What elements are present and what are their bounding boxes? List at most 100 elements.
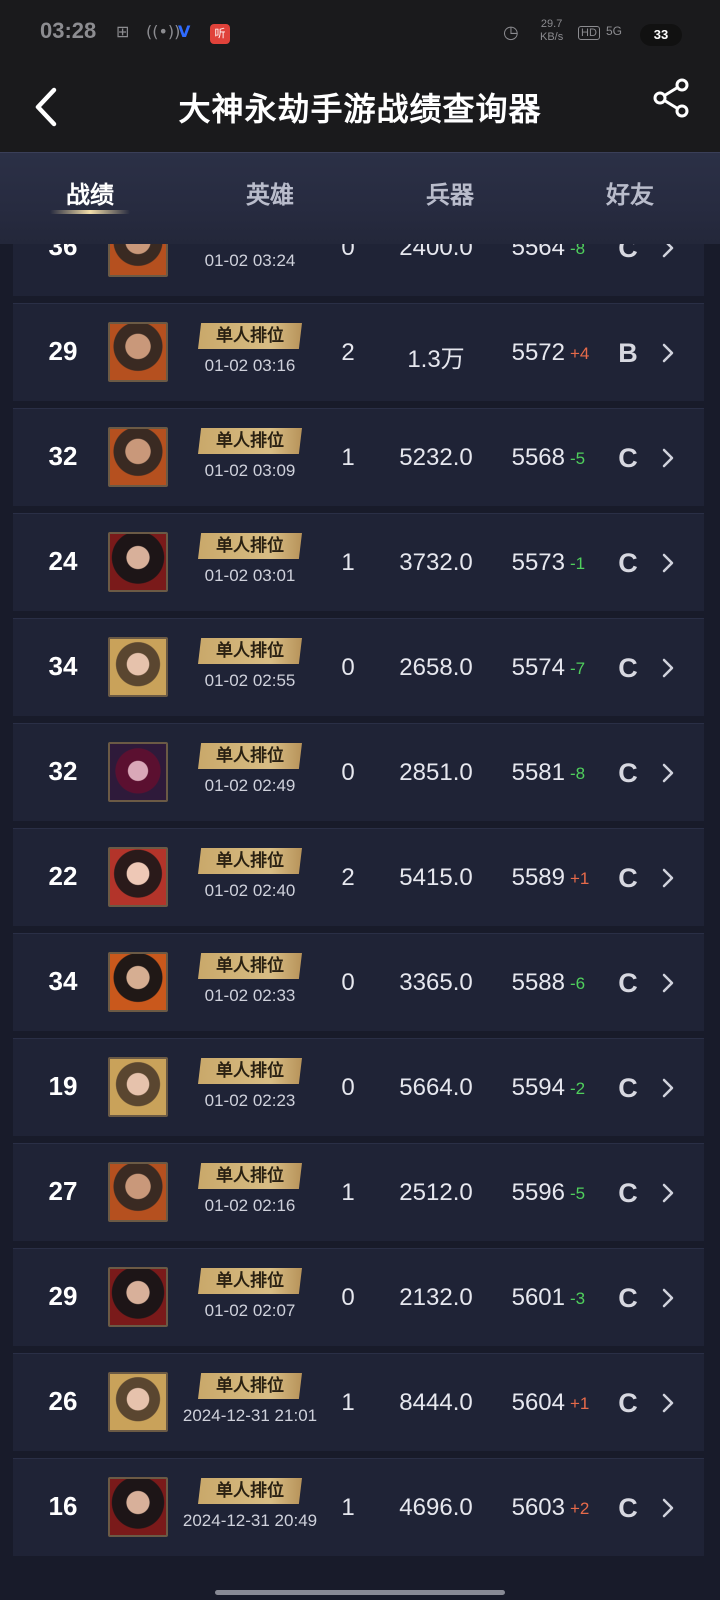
- tab-weapons[interactable]: 兵器: [390, 175, 510, 210]
- hero-avatar: [108, 637, 168, 697]
- match-score-delta: -7: [570, 659, 586, 678]
- match-time: 2024-12-31 20:49: [182, 1511, 318, 1530]
- hero-avatar: [108, 427, 168, 487]
- match-mode-tag: 单人排位: [198, 428, 302, 454]
- match-kills: 32: [48, 756, 78, 786]
- battery-indicator: 33: [640, 24, 682, 46]
- match-time: 01-02 02:40: [204, 881, 296, 900]
- match-damage: 5664.0: [399, 1074, 473, 1101]
- match-kills: 32: [48, 441, 78, 471]
- match-row[interactable]: 29 单人排位 01-02 03:16 2 1.3万 5572 +4 B: [13, 303, 704, 401]
- match-grade: C: [618, 1388, 638, 1418]
- chevron-right-icon[interactable]: [658, 550, 678, 576]
- match-score-delta: +1: [570, 1394, 590, 1413]
- match-list[interactable]: 36单人排位01-02 03:2402400.05564-8C29单人排位01-…: [0, 244, 720, 1600]
- match-damage: 3365.0: [399, 969, 473, 996]
- match-damage: 4696.0: [399, 1494, 473, 1521]
- match-mode-tag: 单人排位: [198, 323, 302, 349]
- chevron-right-icon[interactable]: [658, 865, 678, 891]
- match-score-delta: -5: [570, 449, 586, 468]
- match-rank-score: 5596: [511, 1179, 565, 1206]
- share-button[interactable]: [650, 76, 694, 120]
- network-speed-value: 29.7: [540, 18, 563, 30]
- match-time: 2024-12-31 21:01: [182, 1406, 318, 1425]
- match-damage: 2851.0: [399, 759, 473, 786]
- chevron-right-icon[interactable]: [658, 655, 678, 681]
- match-row[interactable]: 26 单人排位 2024-12-31 21:01 1 8444.0 5604 +1 C: [13, 1353, 704, 1451]
- match-grade: C: [618, 863, 638, 893]
- match-row[interactable]: 32 单人排位 01-02 03:09 1 5232.0 5568 -5 C: [13, 408, 704, 506]
- hd-voice-icon: ⊞: [116, 22, 130, 41]
- match-grade: C: [618, 1493, 638, 1523]
- match-kills: 29: [48, 1281, 78, 1311]
- match-time: 01-02 02:55: [204, 671, 296, 690]
- match-time: 01-02 02:16: [204, 1196, 296, 1215]
- match-damage: 5232.0: [399, 444, 473, 471]
- match-deaths: 1: [341, 1389, 355, 1416]
- match-row[interactable]: 34 单人排位 01-02 02:55 0 2658.0 5574 -7 C: [13, 618, 704, 716]
- chevron-right-icon[interactable]: [658, 1495, 678, 1521]
- match-row[interactable]: 22 单人排位 01-02 02:40 2 5415.0 5589 +1 C: [13, 828, 704, 926]
- chevron-right-icon[interactable]: [658, 445, 678, 471]
- match-kills: 34: [48, 651, 78, 681]
- match-row[interactable]: 36单人排位01-02 03:2402400.05564-8C: [13, 244, 704, 296]
- match-time: 01-02 02:07: [204, 1301, 296, 1320]
- chevron-right-icon[interactable]: [658, 1390, 678, 1416]
- match-time: 01-02 02:49: [204, 776, 296, 795]
- chevron-right-icon[interactable]: [658, 1075, 678, 1101]
- match-score-delta: -8: [570, 764, 586, 783]
- status-bar: 03:28 ⊞ ((•)) V 听 ◷ 29.7 KB/s HD 5G 33: [0, 0, 720, 64]
- match-deaths: 0: [341, 244, 355, 261]
- match-grade: C: [618, 758, 638, 788]
- chevron-right-icon[interactable]: [658, 340, 678, 366]
- match-row[interactable]: 16 单人排位 2024-12-31 20:49 1 4696.0 5603 +2 C: [13, 1458, 704, 1556]
- match-mode-tag: 单人排位: [198, 1478, 302, 1504]
- match-damage: 8444.0: [399, 1389, 473, 1416]
- match-rank-score: 5589: [511, 864, 565, 891]
- match-row[interactable]: 19 单人排位 01-02 02:23 0 5664.0 5594 -2 C: [13, 1038, 704, 1136]
- match-time: 01-02 03:24: [204, 251, 296, 270]
- hero-avatar: [108, 532, 168, 592]
- match-time: 01-02 03:01: [204, 566, 296, 585]
- match-damage: 2400.0: [399, 244, 473, 261]
- match-row[interactable]: 29 单人排位 01-02 02:07 0 2132.0 5601 -3 C: [13, 1248, 704, 1346]
- match-time: 01-02 02:23: [204, 1091, 296, 1110]
- match-deaths: 0: [341, 1284, 355, 1311]
- tab-record[interactable]: 战绩: [30, 175, 150, 210]
- match-deaths: 0: [341, 969, 355, 996]
- match-mode-tag: 单人排位: [198, 1373, 302, 1399]
- match-deaths: 0: [341, 759, 355, 786]
- match-rank-score: 5572: [511, 339, 565, 366]
- match-mode-tag: 单人排位: [198, 1058, 302, 1084]
- match-mode-tag: 单人排位: [198, 638, 302, 664]
- match-time: 01-02 03:09: [204, 461, 296, 480]
- hero-avatar: [108, 1372, 168, 1432]
- match-mode-tag: 单人排位: [198, 953, 302, 979]
- home-indicator[interactable]: [215, 1590, 505, 1595]
- chevron-right-icon[interactable]: [658, 244, 678, 261]
- chevron-right-icon[interactable]: [658, 760, 678, 786]
- network-type: 5G: [606, 24, 623, 38]
- hero-avatar: [108, 1477, 168, 1537]
- match-damage: 2658.0: [399, 654, 473, 681]
- page-title: 大神永劫手游战绩查询器: [178, 90, 542, 128]
- network-speed: 29.7 KB/s: [540, 18, 563, 44]
- match-row[interactable]: 27 单人排位 01-02 02:16 1 2512.0 5596 -5 C: [13, 1143, 704, 1241]
- match-grade: C: [618, 653, 638, 683]
- chevron-right-icon[interactable]: [658, 970, 678, 996]
- chevron-right-icon[interactable]: [658, 1285, 678, 1311]
- chevron-right-icon[interactable]: [658, 1180, 678, 1206]
- match-row[interactable]: 32 单人排位 01-02 02:49 0 2851.0 5581 -8 C: [13, 723, 704, 821]
- tab-bar: 战绩 英雄 兵器 好友: [0, 152, 720, 244]
- match-kills: 16: [48, 1491, 78, 1521]
- match-row[interactable]: 34 单人排位 01-02 02:33 0 3365.0 5588 -6 C: [13, 933, 704, 1031]
- match-rank-score: 5573: [511, 549, 565, 576]
- match-row[interactable]: 24 单人排位 01-02 03:01 1 3732.0 5573 -1 C: [13, 513, 704, 611]
- match-damage: 2512.0: [399, 1179, 473, 1206]
- tab-heroes[interactable]: 英雄: [210, 175, 330, 210]
- match-grade: C: [618, 1283, 638, 1313]
- match-rank-score: 5588: [511, 969, 565, 996]
- tab-friends[interactable]: 好友: [570, 175, 690, 210]
- match-rank-score: 5568: [511, 444, 565, 471]
- match-kills: 26: [48, 1386, 78, 1416]
